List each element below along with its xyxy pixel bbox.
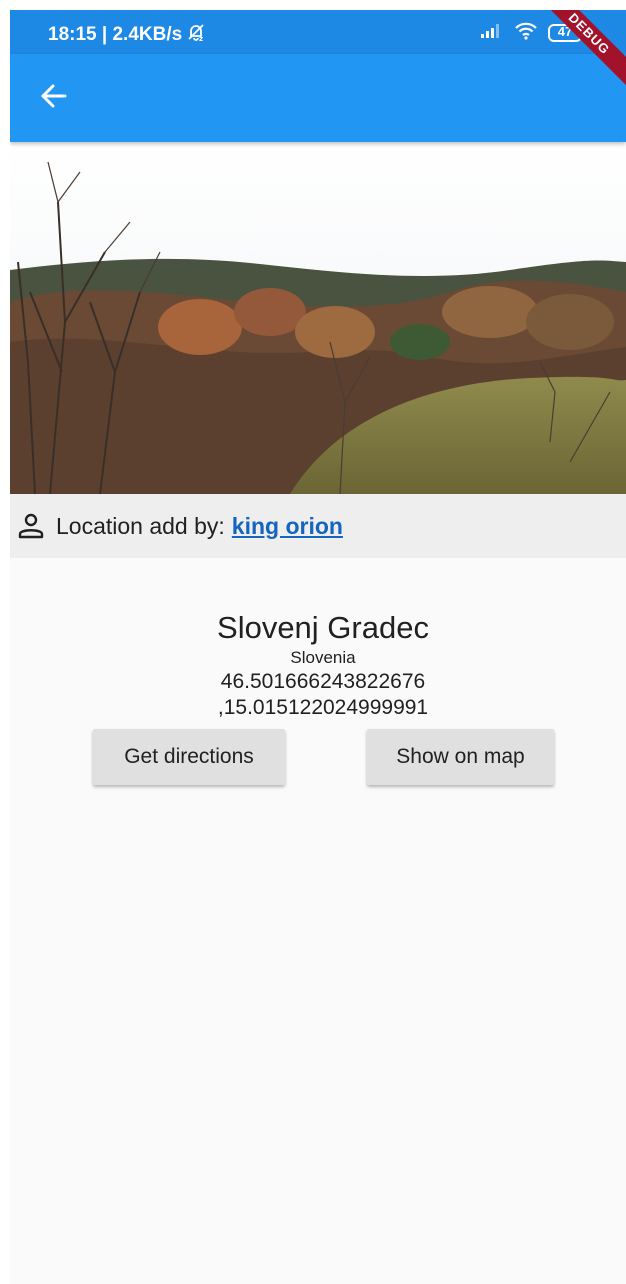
added-by-bar: Location add by: king orion — [10, 494, 626, 558]
person-icon — [16, 511, 46, 541]
wifi-icon — [514, 20, 538, 45]
added-by-label: Location add by: — [56, 512, 225, 539]
svg-text:z: z — [199, 35, 203, 42]
app-bar — [10, 54, 626, 142]
location-photo — [10, 142, 626, 494]
location-name: Slovenj Gradec — [217, 610, 429, 645]
added-by-user-link[interactable]: king orion — [232, 513, 343, 540]
status-time: 18:15 | 2.4KB/s — [48, 24, 183, 45]
status-left: 18:15 | 2.4KB/s z — [48, 22, 206, 48]
location-latitude: 46.501666243822676 — [220, 670, 426, 693]
back-button[interactable] — [28, 72, 80, 124]
show-on-map-button[interactable]: Show on map — [367, 729, 554, 785]
status-bar: 18:15 | 2.4KB/s z 47 DEBUG — [10, 10, 626, 95]
get-directions-button[interactable]: Get directions — [93, 729, 285, 785]
location-longitude: ,15.015122024999991 — [217, 696, 429, 719]
arrow-left-icon — [39, 81, 69, 116]
location-country: Slovenia — [290, 648, 356, 667]
bell-off-icon: z — [186, 22, 206, 48]
signal-icon — [480, 21, 504, 44]
screen: 18:15 | 2.4KB/s z 47 DEBUG Location add … — [10, 10, 626, 1284]
